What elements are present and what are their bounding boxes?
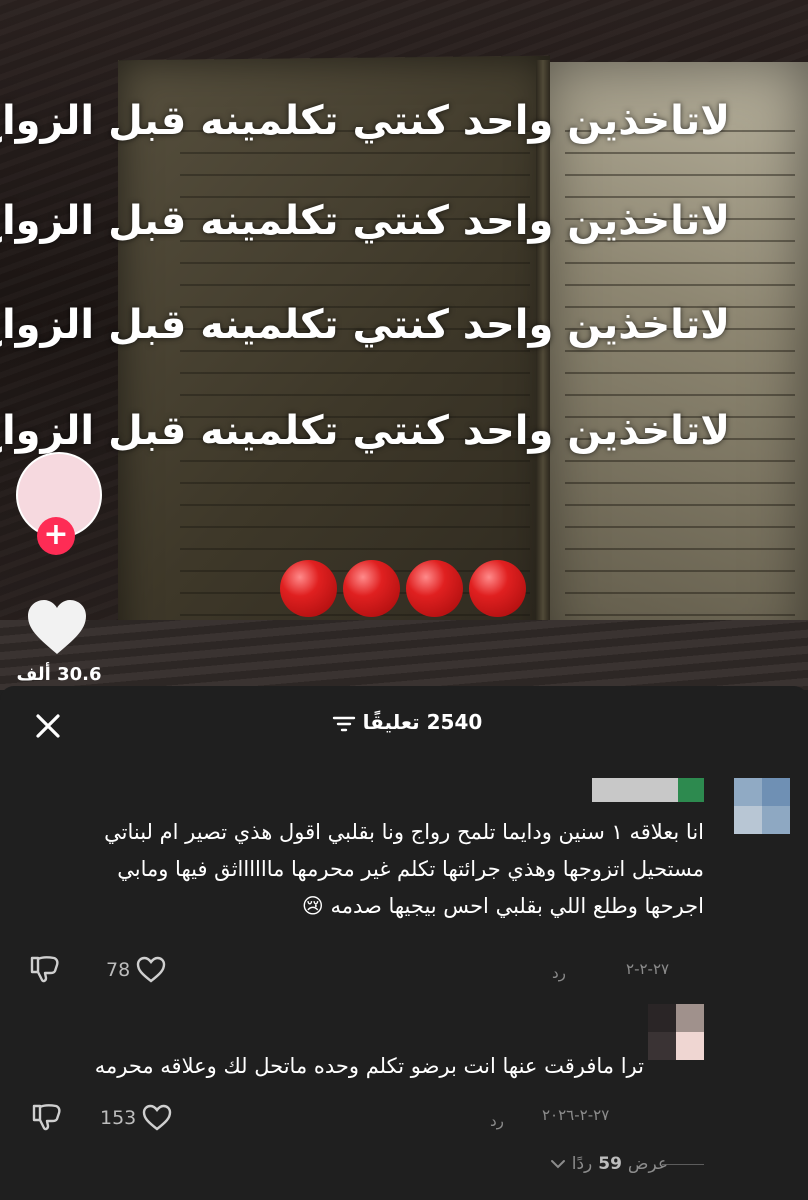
book-text-lines-right [565,110,795,630]
book-text-lines [180,110,530,630]
redacted-username-badge [678,778,704,802]
view-replies-button[interactable]: عرض 59 ردًا [550,1154,668,1174]
comments-count-header[interactable]: 2540 تعليقًا [0,710,808,734]
view-replies-prefix: عرض [627,1154,668,1174]
bedsheet [0,620,808,690]
plus-icon: + [43,517,69,552]
comment-like-button[interactable]: 153 [100,1104,172,1132]
follow-plus-button[interactable]: + [37,517,75,555]
chevron-down-icon [550,1160,565,1169]
replies-divider [662,1164,704,1165]
comment-like-count: 78 [106,959,131,981]
overlay-line: لاتاخذين واحد كنتي تكلمينه قبل الزواج [0,302,730,348]
filter-icon[interactable] [332,715,356,733]
heart-outline-icon [143,1104,172,1131]
red-circle-emoji [343,560,400,617]
book-spine [536,60,550,670]
heart-outline-icon [136,956,166,983]
comment-date: ٢٧-٢-٢٠٢٦ [542,1106,610,1124]
overlay-line: لاتاخذين واحد كنتي تكلمينه قبل الزواج [0,98,730,144]
commenter-avatar[interactable] [734,778,790,834]
overlay-line: لاتاخذين واحد كنتي تكلمينه قبل الزواج [0,408,730,454]
comment-text: ترا مافرقت عنها انت برضو تكلم وحده ماتحل… [94,1054,644,1078]
video-like-count: 30.6 ألف [16,664,102,685]
comment-like-count: 153 [100,1107,137,1129]
comment-date: ٢٧-٢-٢ [626,960,670,978]
red-circle-emoji-row [280,560,526,617]
comment-like-button[interactable]: 78 [106,956,166,984]
redacted-username [592,778,678,802]
heart-icon[interactable] [26,598,88,656]
comment-text: انا بعلاقه ١ سنين ودايما تلمح رواج ونا ب… [104,820,704,918]
reply-button[interactable]: رد [552,964,566,982]
red-circle-emoji [280,560,337,617]
red-circle-emoji [469,560,526,617]
view-replies-suffix: ردًا [571,1154,593,1174]
overlay-line: لاتاخذين واحد كنتي تكلمينه قبل الزواج [0,198,730,244]
view-replies-count: 59 [598,1154,622,1174]
reply-button[interactable]: رد [490,1112,504,1130]
video-player[interactable]: لاتاخذين واحد كنتي تكلمينه قبل الزواج لا… [0,0,808,690]
comments-count-label: 2540 تعليقًا [362,710,483,734]
red-circle-emoji [406,560,463,617]
dislike-icon[interactable] [28,954,62,984]
commenter-avatar[interactable] [648,1004,704,1060]
comments-panel: 2540 تعليقًا انا بعلاقه ١ سنين ودايما تل… [0,686,808,1200]
dislike-icon[interactable] [30,1102,64,1132]
